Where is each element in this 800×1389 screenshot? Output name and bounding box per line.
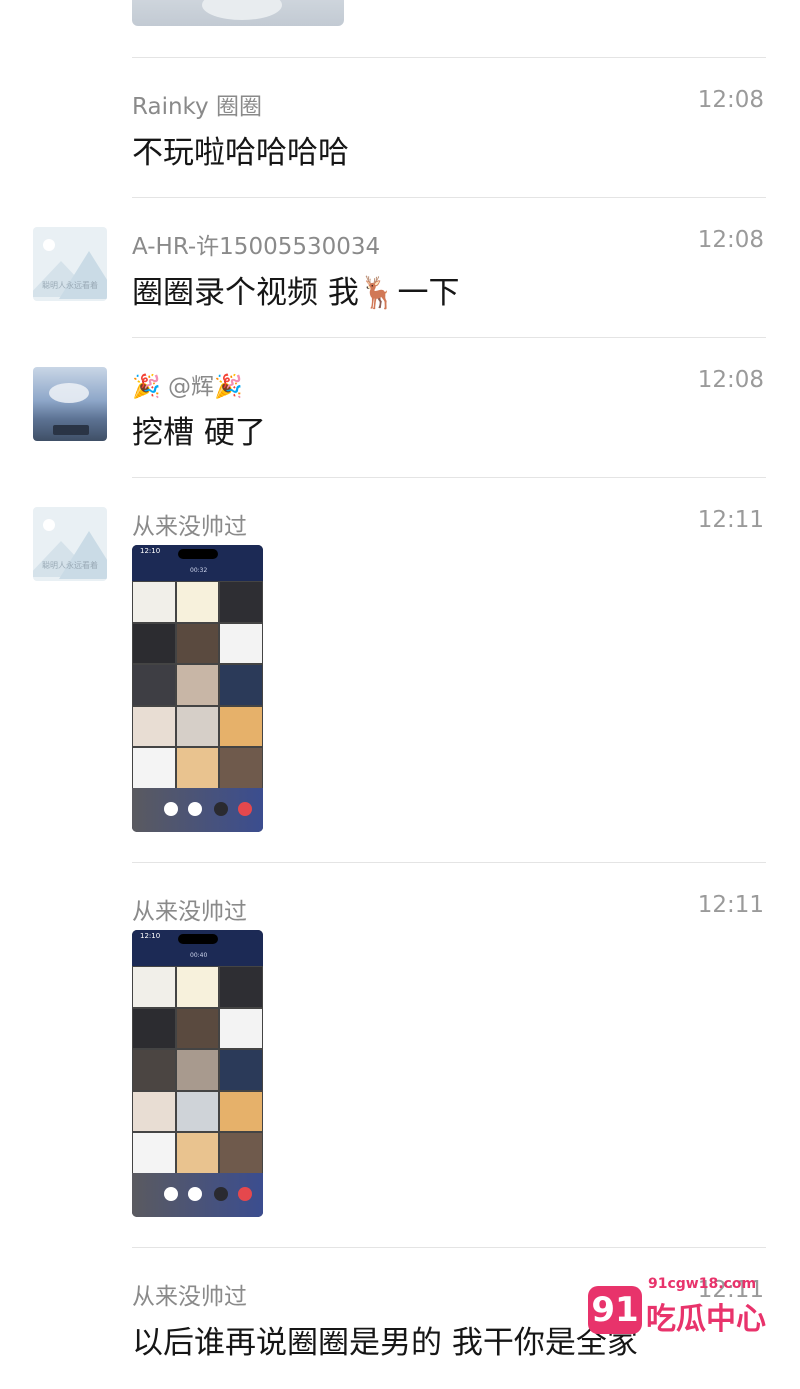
message-time: 12:08 [697, 367, 764, 393]
call-duration: 00:32 [190, 567, 208, 574]
sun-icon [43, 239, 55, 251]
message-text[interactable]: 以后谁再说圈圈是男的 我干你是全家 [132, 1317, 638, 1362]
dynamic-island [178, 549, 218, 559]
mic-icon[interactable] [164, 802, 178, 816]
watermark-title: 吃瓜中心 [646, 1302, 766, 1337]
avatar[interactable] [33, 367, 107, 441]
chat-message: 🎉 @辉🎉 12:08 挖槽 硬了 [0, 337, 800, 477]
video-call-screenshot[interactable]: 12:10 00:40 [132, 930, 263, 1217]
hangup-icon[interactable] [238, 1187, 252, 1201]
cloud-icon [49, 383, 89, 403]
call-duration: 00:40 [190, 952, 208, 959]
status-bar: 12:10 00:40 [132, 930, 263, 966]
video-call-screenshot[interactable]: 12:10 00:32 [132, 545, 263, 832]
status-bar: 12:10 00:32 [132, 545, 263, 581]
boat-icon [53, 425, 89, 435]
camera-icon[interactable] [214, 1187, 228, 1201]
avatar-caption: 聪明人永远看着 [42, 281, 98, 290]
chat-message: 从来没帅过 12:11 12:10 00:40 [0, 862, 800, 1247]
previous-image-message[interactable] [132, 0, 344, 26]
participant-grid [132, 581, 263, 789]
chat-message: 聪明人永远看着 从来没帅过 12:11 12:10 00:32 [0, 477, 800, 862]
message-time: 12:08 [697, 227, 764, 253]
chat-message: 聪明人永远看着 A-HR-许15005530034 12:08 圈圈录个视频 我… [0, 197, 800, 337]
chat-message: Rainky 圈圈 12:08 不玩啦哈哈哈哈 [0, 57, 800, 197]
mountain-icon [59, 251, 107, 299]
watermark-badge: 91 [588, 1286, 642, 1334]
avatar-caption: 聪明人永远看着 [42, 561, 98, 570]
dynamic-island [178, 934, 218, 944]
avatar[interactable]: 聪明人永远看着 [33, 507, 107, 581]
status-clock: 12:10 [140, 547, 161, 555]
camera-icon[interactable] [214, 802, 228, 816]
watermark-logo: 91 91cgw18.com 吃瓜中心 [588, 1276, 766, 1346]
message-time: 12:08 [697, 87, 764, 113]
hangup-icon[interactable] [238, 802, 252, 816]
status-clock: 12:10 [140, 932, 161, 940]
sender-name[interactable]: 从来没帅过 [132, 507, 247, 541]
participant-grid [132, 966, 263, 1174]
call-controls [132, 788, 263, 832]
mic-icon[interactable] [164, 1187, 178, 1201]
speaker-icon[interactable] [188, 1187, 202, 1201]
message-text[interactable]: 不玩啦哈哈哈哈 [132, 127, 349, 172]
sender-name[interactable]: A-HR-许15005530034 [132, 227, 380, 261]
message-time: 12:11 [697, 507, 764, 533]
sender-name[interactable]: 🎉 @辉🎉 [132, 367, 243, 401]
sender-name[interactable]: 从来没帅过 [132, 892, 247, 926]
message-text[interactable]: 挖槽 硬了 [132, 407, 266, 452]
sender-name[interactable]: Rainky 圈圈 [132, 87, 262, 121]
sun-icon [43, 519, 55, 531]
mountain-icon [59, 531, 107, 579]
call-controls [132, 1173, 263, 1217]
message-text[interactable]: 圈圈录个视频 我🦌一下 [132, 267, 459, 312]
sender-name[interactable]: 从来没帅过 [132, 1277, 247, 1311]
message-time: 12:11 [697, 892, 764, 918]
watermark-url: 91cgw18.com [648, 1276, 757, 1292]
speaker-icon[interactable] [188, 802, 202, 816]
avatar[interactable]: 聪明人永远看着 [33, 227, 107, 301]
